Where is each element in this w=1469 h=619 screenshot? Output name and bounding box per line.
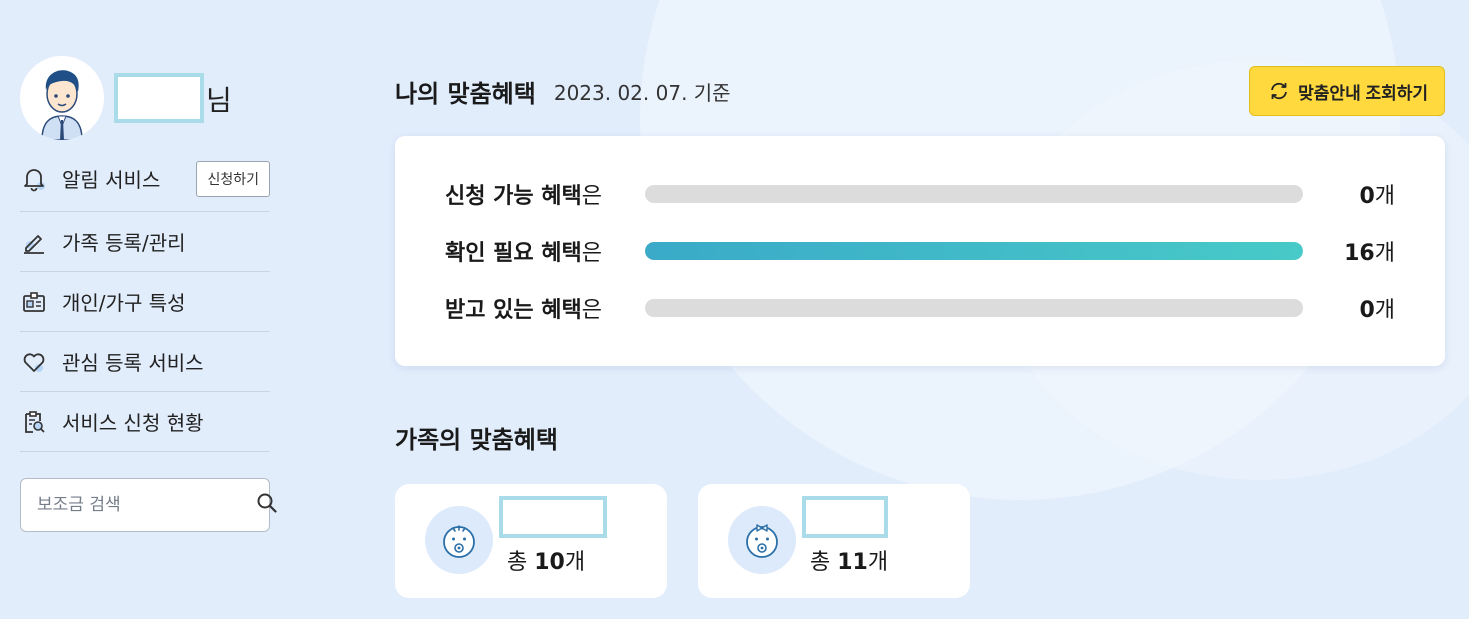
redacted-name <box>802 496 888 538</box>
pencil-icon <box>20 228 48 256</box>
menu-item-notification[interactable]: 알림 서비스 신청하기 <box>20 146 270 212</box>
my-benefits-header: 나의 맞춤혜택 2023. 02. 07. 기준 맞춤안내 조회하기 <box>395 66 1445 116</box>
menu-item-status[interactable]: 서비스 신청 현황 <box>20 392 270 452</box>
menu-label-status: 서비스 신청 현황 <box>62 411 204 435</box>
bell-icon <box>20 165 48 193</box>
family-member-card[interactable]: 총 10개 <box>395 484 667 598</box>
avatar <box>20 56 104 140</box>
heart-icon <box>20 348 48 376</box>
menu-label-notification: 알림 서비스 <box>62 168 161 192</box>
baby-girl-icon <box>728 506 796 574</box>
benefit-bar-fill <box>645 242 1303 260</box>
clipboard-search-icon <box>20 408 48 436</box>
family-benefits-title: 가족의 맞춤혜택 <box>395 426 558 454</box>
id-card-icon <box>20 288 48 316</box>
benefit-bar <box>645 299 1303 317</box>
name-suffix: 님 <box>206 84 232 117</box>
subsidy-search <box>20 478 277 532</box>
menu-label-family: 가족 등록/관리 <box>62 231 186 255</box>
benefit-label: 확인 필요 혜택은 <box>445 241 603 266</box>
refresh-benefits-button[interactable]: 맞춤안내 조회하기 <box>1249 66 1445 116</box>
benefit-row-available[interactable]: 신청 가능 혜택은 0개 <box>445 179 1395 209</box>
redacted-name <box>114 73 204 123</box>
benefit-row-check-needed[interactable]: 확인 필요 혜택은 16개 <box>445 236 1395 266</box>
benefit-count: 16개 <box>1344 241 1395 266</box>
profile: 님 <box>20 56 270 140</box>
refresh-icon <box>1268 80 1290 102</box>
menu-item-interest[interactable]: 관심 등록 서비스 <box>20 332 270 392</box>
benefit-count: 0개 <box>1359 184 1395 209</box>
sidebar: 님 알림 서비스 신청하기 가족 등록/관리 개인/가구 특성 관심 등록 서비… <box>20 56 277 532</box>
menu-label-personal: 개인/가구 특성 <box>62 291 186 315</box>
menu-item-personal[interactable]: 개인/가구 특성 <box>20 272 270 332</box>
benefits-date: 2023. 02. 07. 기준 <box>553 80 731 105</box>
benefit-row-receiving[interactable]: 받고 있는 혜택은 0개 <box>445 293 1395 323</box>
family-member-card[interactable]: 총 11개 <box>698 484 970 598</box>
apply-button[interactable]: 신청하기 <box>196 160 270 197</box>
refresh-benefits-label: 맞춤안내 조회하기 <box>1298 83 1428 103</box>
benefit-bar <box>645 242 1303 260</box>
redacted-name <box>499 496 607 538</box>
menu-item-family[interactable]: 가족 등록/관리 <box>20 212 270 272</box>
baby-boy-icon <box>425 506 493 574</box>
family-benefit-total: 총 10개 <box>507 550 586 575</box>
menu-label-interest: 관심 등록 서비스 <box>62 351 204 375</box>
search-input[interactable] <box>37 495 256 515</box>
my-benefits-title: 나의 맞춤혜택 <box>395 79 536 108</box>
benefit-label: 받고 있는 혜택은 <box>445 298 603 323</box>
benefit-bar <box>645 185 1303 203</box>
benefit-count: 0개 <box>1359 298 1395 323</box>
family-benefit-total: 총 11개 <box>810 550 889 575</box>
side-menu: 알림 서비스 신청하기 가족 등록/관리 개인/가구 특성 관심 등록 서비스 <box>20 146 270 452</box>
my-benefits-card: 신청 가능 혜택은 0개 확인 필요 혜택은 16개 받고 있는 혜택은 0개 <box>395 136 1445 366</box>
benefit-label: 신청 가능 혜택은 <box>445 184 603 209</box>
search-icon[interactable] <box>256 492 278 518</box>
